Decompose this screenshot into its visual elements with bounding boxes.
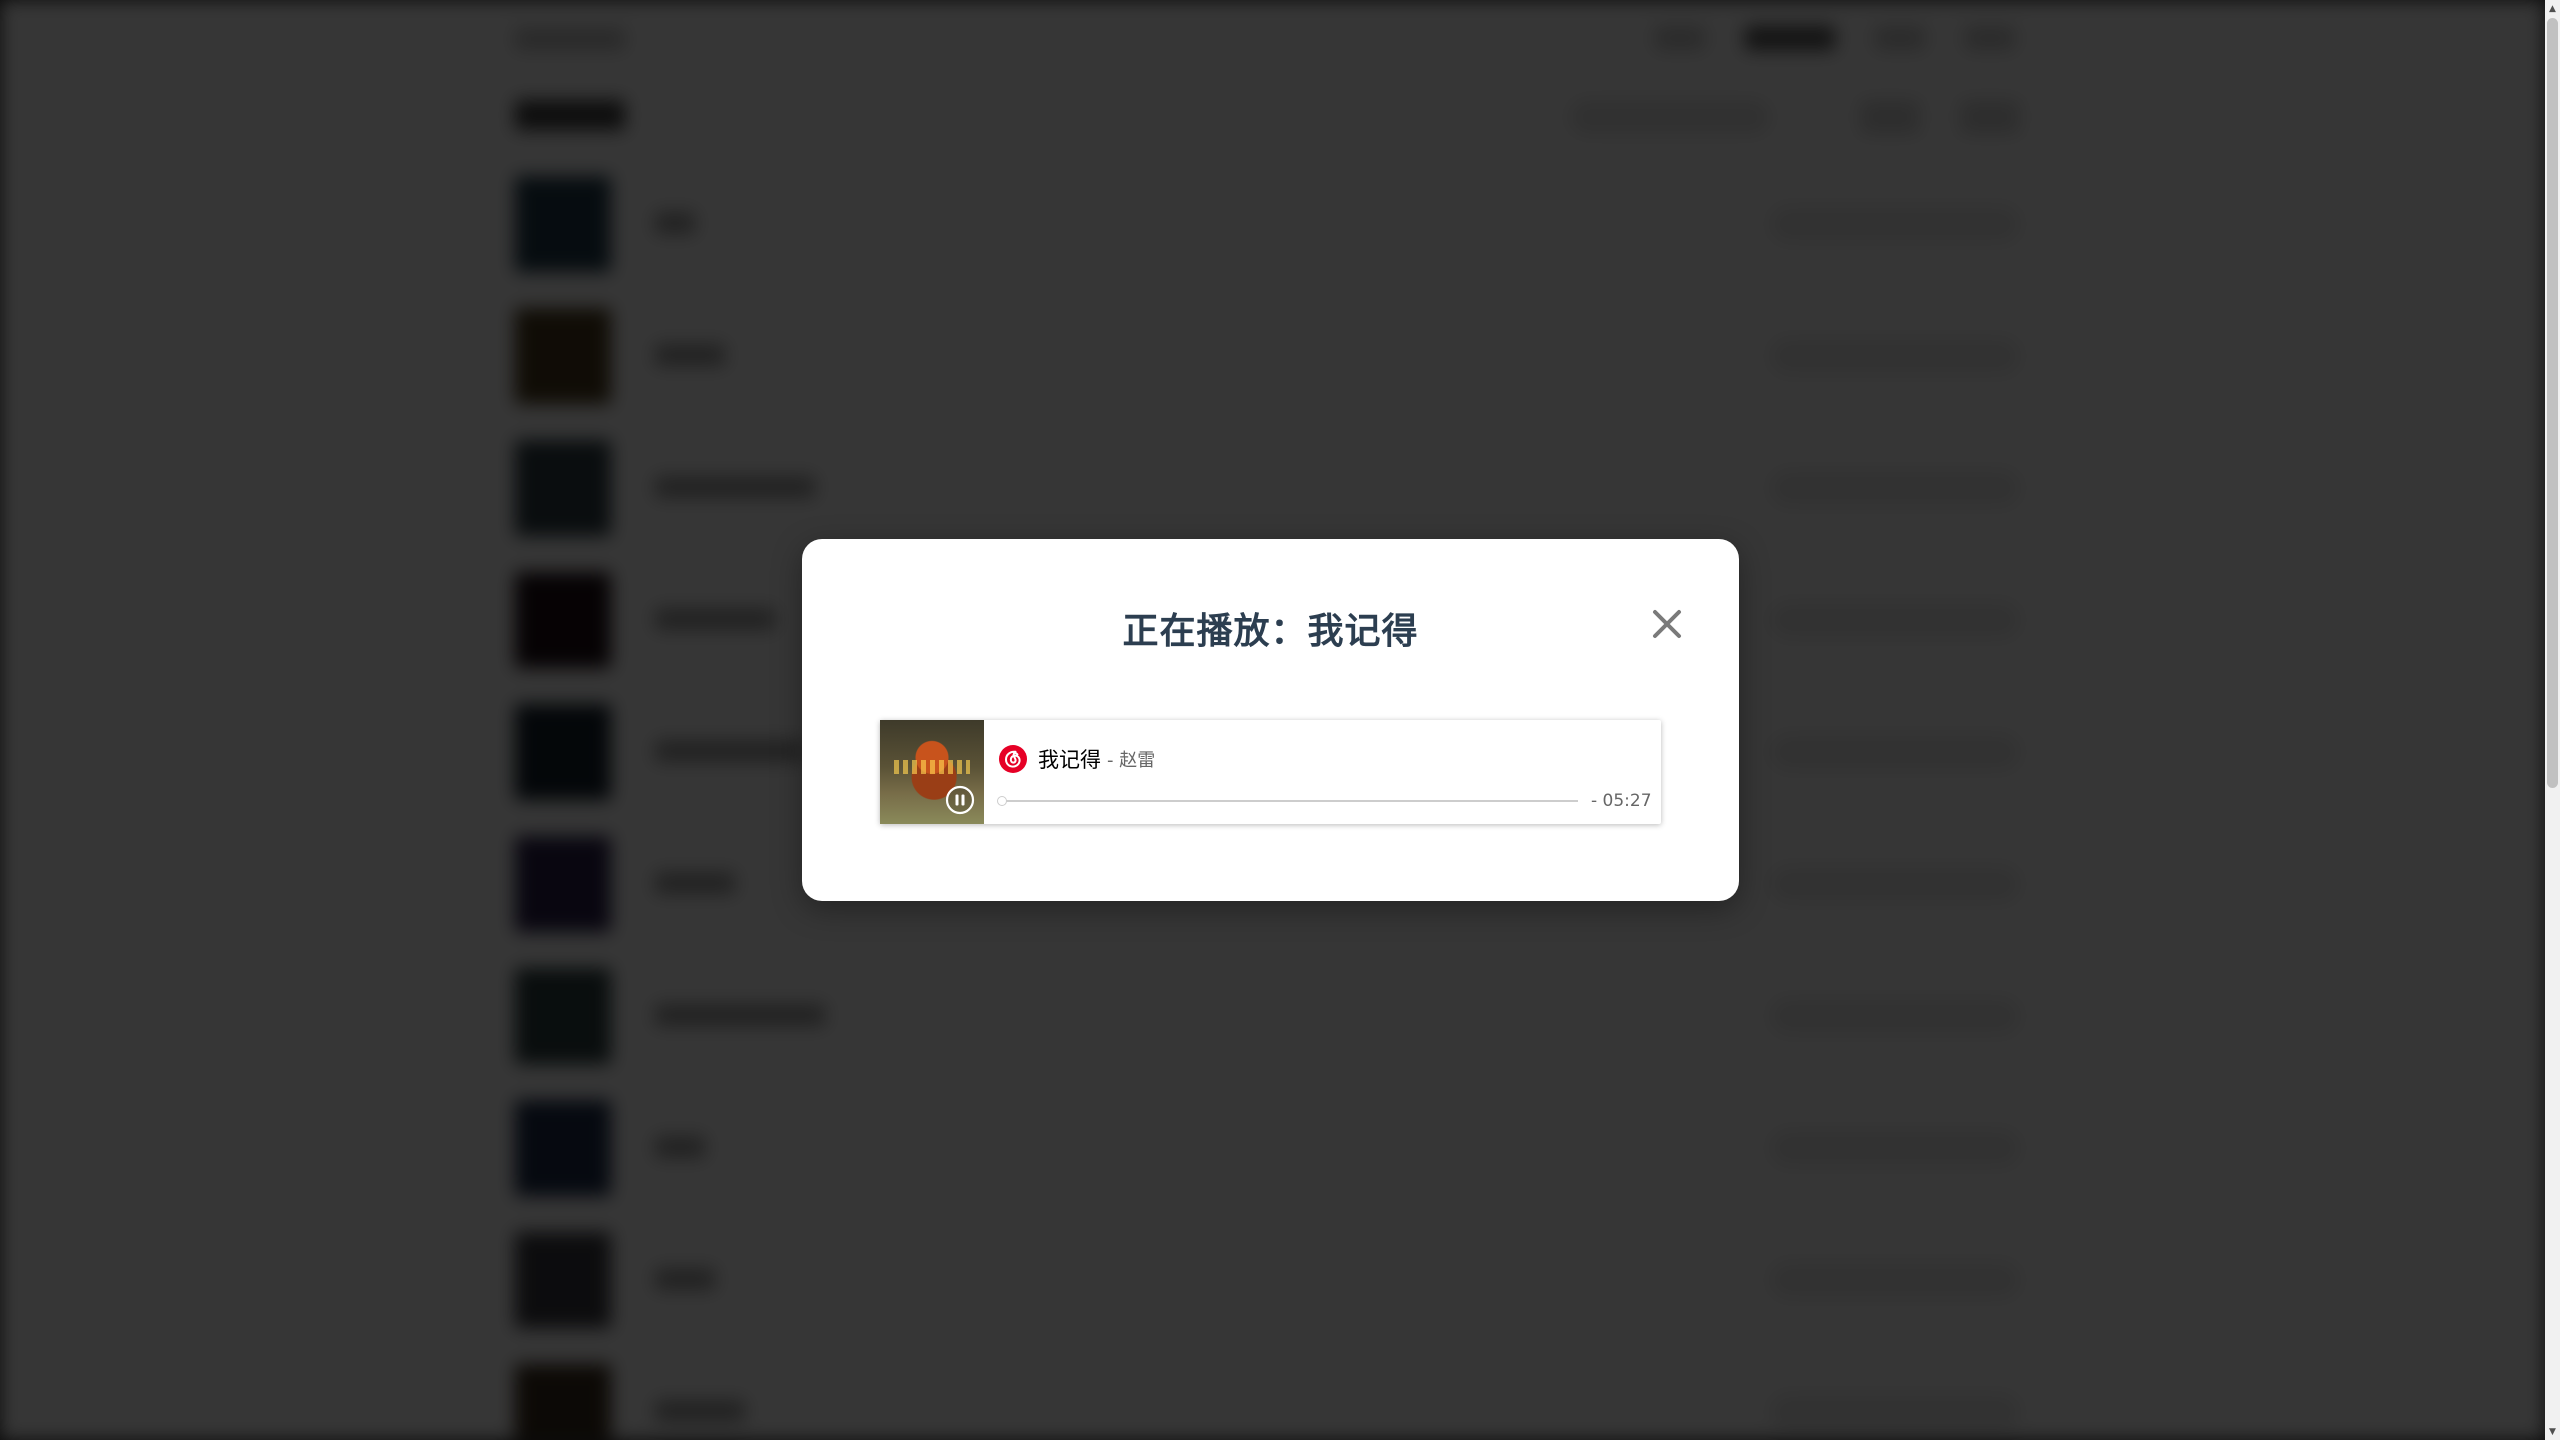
song-artist: - 赵雷 (1107, 750, 1156, 771)
now-playing-modal: 正在播放：我记得 我记得 - 赵雷 - 05:27 (802, 539, 1739, 901)
scroll-down-arrow-icon[interactable]: ▼ (2545, 1423, 2560, 1440)
song-title: 我记得 (1038, 748, 1101, 772)
scroll-up-arrow-icon[interactable]: ▲ (2545, 0, 2560, 17)
remaining-time: - 05:27 (1591, 791, 1652, 811)
netease-cloud-music-icon (999, 745, 1027, 773)
progress-handle[interactable] (997, 796, 1007, 806)
album-cover (880, 720, 984, 824)
scrollbar-thumb[interactable] (2547, 18, 2558, 788)
close-icon[interactable] (1647, 604, 1687, 644)
music-player: 我记得 - 赵雷 - 05:27 (880, 720, 1661, 824)
pause-icon[interactable] (945, 785, 975, 815)
modal-title: 正在播放：我记得 (1122, 611, 1419, 652)
page-scrollbar[interactable]: ▲ ▼ (2545, 0, 2560, 1440)
track-info: 我记得 - 赵雷 (998, 744, 1155, 774)
album-cover-artwork (894, 760, 970, 774)
progress-bar[interactable] (997, 796, 1578, 806)
